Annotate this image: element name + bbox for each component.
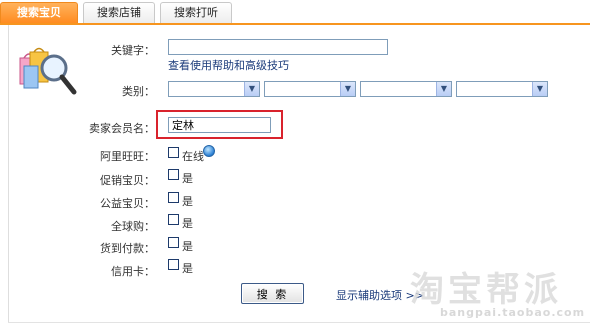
tab-bar: 搜索宝贝 搜索店铺 搜索打听 bbox=[0, 0, 590, 24]
help-and: 和 bbox=[234, 59, 245, 72]
tab-search-shops[interactable]: 搜索店铺 bbox=[83, 2, 155, 24]
help-link[interactable]: 使用帮助 bbox=[190, 59, 234, 72]
credit-checkbox[interactable] bbox=[168, 259, 179, 270]
watermark-url: bangpai.taobao.com bbox=[440, 306, 586, 319]
charity-label: 公益宝贝： bbox=[100, 197, 155, 210]
category-select-2[interactable]: ▼ bbox=[264, 81, 356, 97]
promo-label: 促销宝贝： bbox=[100, 174, 155, 187]
chevron-down-icon: ▼ bbox=[340, 82, 355, 96]
global-yes-text: 是 bbox=[182, 217, 193, 230]
global-checkbox[interactable] bbox=[168, 214, 179, 225]
charity-yes-text: 是 bbox=[182, 195, 193, 208]
global-label: 全球购： bbox=[111, 220, 155, 233]
advanced-tips-link[interactable]: 高级技巧 bbox=[245, 59, 289, 72]
wangwang-online-checkbox[interactable] bbox=[168, 147, 179, 158]
help-prefix: 查看 bbox=[168, 59, 190, 72]
charity-checkbox[interactable] bbox=[168, 192, 179, 203]
credit-yes-text: 是 bbox=[182, 262, 193, 275]
keyword-input[interactable] bbox=[168, 39, 388, 55]
chevron-down-icon: ▼ bbox=[436, 82, 451, 96]
watermark-text: 淘宝帮派 bbox=[410, 270, 562, 310]
highlight-box bbox=[156, 110, 283, 139]
seller-label: 卖家会员名： bbox=[89, 122, 155, 135]
tab-search-items[interactable]: 搜索宝贝 bbox=[0, 2, 78, 24]
cod-label: 货到付款： bbox=[100, 242, 155, 255]
category-label: 类别： bbox=[122, 85, 155, 98]
wangwang-online-icon bbox=[203, 145, 215, 157]
cod-checkbox[interactable] bbox=[168, 237, 179, 248]
category-select-4[interactable]: ▼ bbox=[456, 81, 548, 97]
wangwang-online-text: 在线 bbox=[182, 150, 204, 163]
chevron-down-icon: ▼ bbox=[244, 82, 259, 96]
credit-label: 信用卡： bbox=[111, 265, 155, 278]
category-select-3[interactable]: ▼ bbox=[360, 81, 452, 97]
tab-search-inquiry[interactable]: 搜索打听 bbox=[160, 2, 232, 24]
promo-yes-text: 是 bbox=[182, 172, 193, 185]
search-button[interactable]: 搜 索 bbox=[241, 283, 304, 304]
category-select-1[interactable]: ▼ bbox=[168, 81, 260, 97]
chevron-down-icon: ▼ bbox=[532, 82, 547, 96]
cod-yes-text: 是 bbox=[182, 240, 193, 253]
wangwang-label: 阿里旺旺： bbox=[100, 150, 155, 163]
keyword-label: 关键字： bbox=[111, 44, 155, 57]
help-line: 查看使用帮助和高级技巧 bbox=[168, 57, 289, 73]
watermark: 淘宝帮派 bangpai.taobao.com bbox=[410, 262, 590, 324]
promo-checkbox[interactable] bbox=[168, 169, 179, 180]
